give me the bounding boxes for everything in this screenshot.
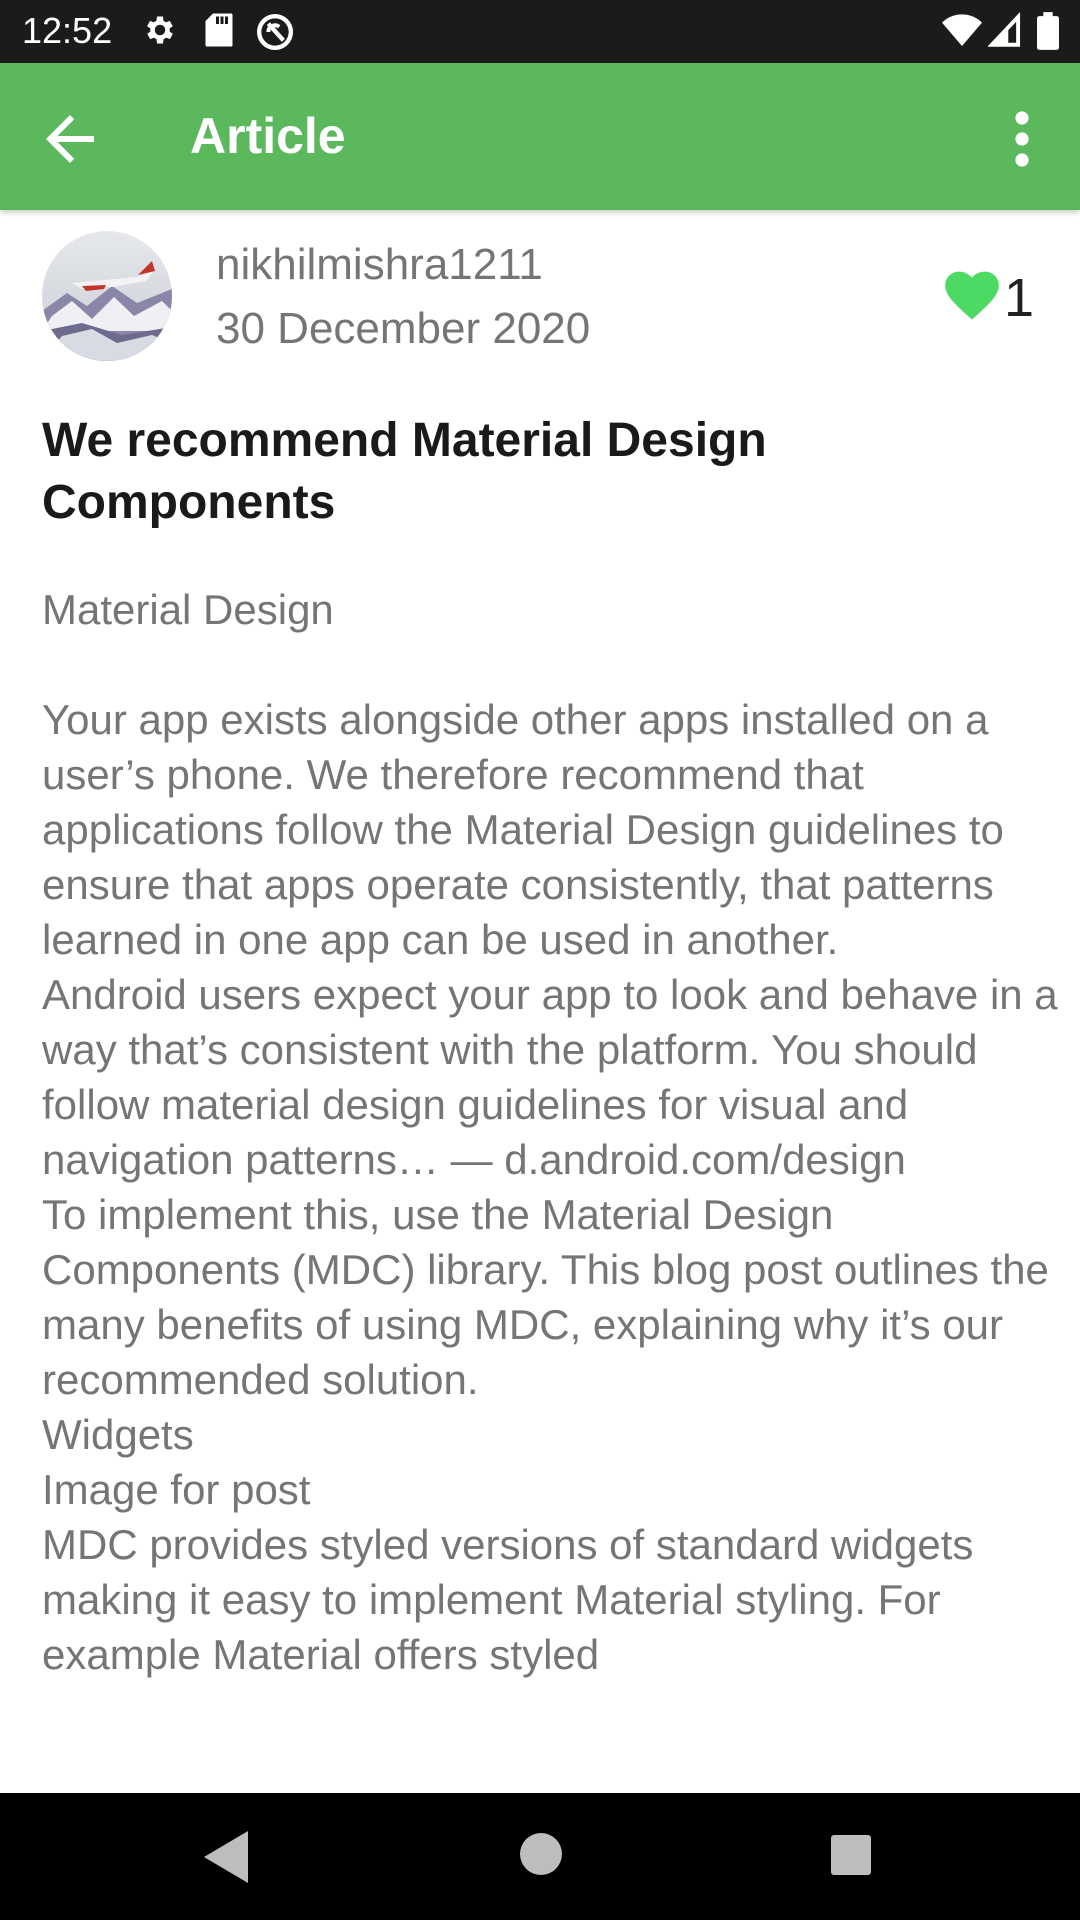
app-bar: Article	[0, 63, 1080, 210]
article-paragraph: Widgets	[42, 1411, 194, 1458]
signal-icon	[987, 11, 1022, 53]
back-button[interactable]	[34, 103, 106, 175]
status-bar: 12:52	[0, 0, 1080, 63]
nav-home-button[interactable]	[520, 1833, 562, 1875]
more-vert-icon	[1015, 111, 1029, 167]
author-avatar[interactable]	[42, 231, 172, 361]
author-name[interactable]: nikhilmishra1211	[216, 240, 543, 290]
arrow-left-icon	[46, 115, 94, 163]
back-triangle-icon	[204, 1831, 248, 1883]
article-paragraph: MDC provides styled versions of standard…	[42, 1521, 974, 1678]
sd-card-icon	[203, 12, 235, 53]
gear-icon	[142, 12, 178, 53]
heart-icon	[945, 271, 999, 320]
article-body: Material Design Your app exists alongsid…	[42, 582, 1080, 1792]
article-paragraph: Image for post	[42, 1466, 311, 1513]
article-subtitle: Material Design	[42, 586, 334, 633]
wifi-icon	[942, 14, 982, 53]
article-title: We recommend Material Design Components	[42, 414, 767, 529]
like-count: 1	[1004, 268, 1035, 328]
nav-back-button[interactable]	[200, 1829, 252, 1885]
article-paragraph: To implement this, use the Material Desi…	[42, 1191, 1049, 1403]
like-button[interactable]: 1	[944, 268, 1044, 328]
more-options-button[interactable]	[1000, 103, 1044, 175]
post-date: 30 December 2020	[216, 304, 591, 353]
system-nav-bar	[0, 1793, 1080, 1920]
article-paragraph: Android users expect your app to look an…	[42, 971, 1058, 1183]
status-time: 12:52	[22, 10, 113, 51]
nav-recents-button[interactable]	[831, 1835, 871, 1875]
sync-blocked-icon	[255, 12, 295, 57]
battery-icon	[1037, 12, 1059, 55]
page-title: Article	[190, 108, 346, 164]
article-paragraph: Your app exists alongside other apps ins…	[42, 696, 1004, 963]
